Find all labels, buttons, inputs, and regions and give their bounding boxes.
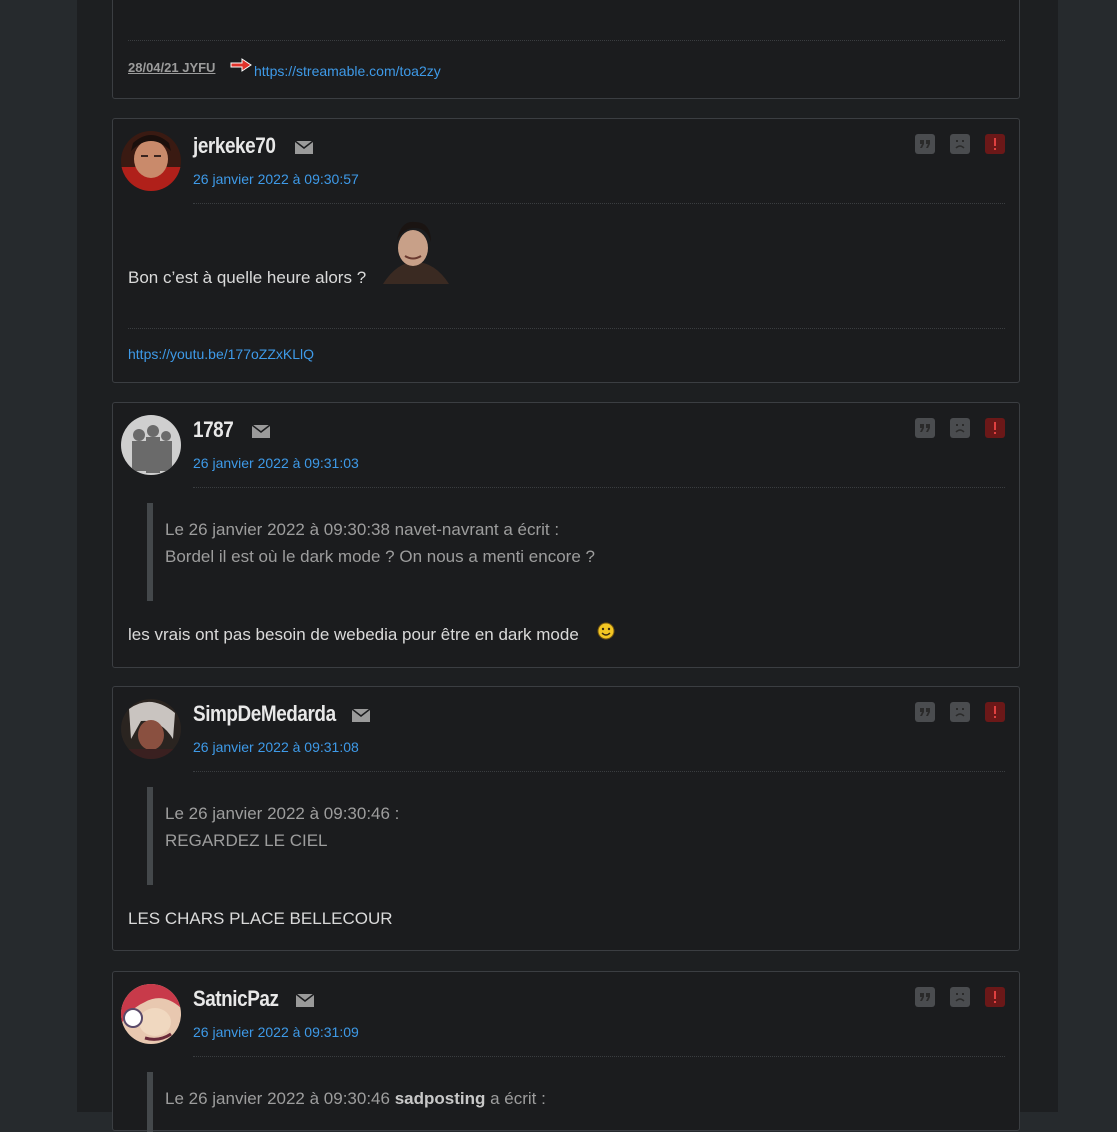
author-pseudo[interactable]: SimpDeMedarda [193,701,336,727]
post-date[interactable]: 26 janvier 2022 à 09:30:57 [193,171,359,187]
quote-text: REGARDEZ LE CIEL [165,831,328,850]
post-actions [915,418,1005,438]
exclamation-icon[interactable] [985,987,1005,1007]
signature-separator [128,328,1005,329]
avatar[interactable] [121,984,181,1044]
sad-face-icon[interactable] [950,418,970,438]
quote-header: Le 26 janvier 2022 à 09:30:38 navet-navr… [165,520,560,539]
quote-author[interactable]: sadposting [395,1089,486,1108]
post-text: Bon c’est à quelle heure alors ? [128,268,367,287]
author-pseudo[interactable]: SatnicPaz [193,986,279,1012]
quote-bar [147,503,153,601]
forum-post: SimpDeMedarda 26 janvier 2022 à 09:31:08… [112,686,1020,951]
quote-header-prefix: Le 26 janvier 2022 à 09:30:46 [165,1089,395,1108]
post-date[interactable]: 26 janvier 2022 à 09:31:03 [193,455,359,471]
sad-face-icon[interactable] [950,702,970,722]
avatar[interactable] [121,699,181,759]
envelope-icon[interactable] [352,709,370,722]
exclamation-icon[interactable] [985,134,1005,154]
envelope-icon[interactable] [252,425,270,438]
forum-post: SatnicPaz 26 janvier 2022 à 09:31:09 Le … [112,971,1020,1132]
separator [193,487,1005,488]
quote-header-suffix: a écrit : [485,1089,546,1108]
quote-icon[interactable] [915,987,935,1007]
sad-face-icon[interactable] [950,134,970,154]
post-actions [915,702,1005,722]
signature-date: 28/04/21 JYFU [128,60,216,75]
quote-bar [147,1072,153,1132]
sad-face-icon[interactable] [950,987,970,1007]
separator [193,1056,1005,1057]
forum-post: jerkeke70 26 janvier 2022 à 09:30:57 Bon… [112,118,1020,383]
blockquote: Le 26 janvier 2022 à 09:30:46 : REGARDEZ… [165,800,399,854]
post-date[interactable]: 26 janvier 2022 à 09:31:08 [193,739,359,755]
quote-icon[interactable] [915,134,935,154]
signature-separator [128,40,1005,41]
blockquote: Le 26 janvier 2022 à 09:30:46 sadposting… [165,1085,546,1112]
exclamation-icon[interactable] [985,418,1005,438]
post-text: les vrais ont pas besoin de webedia pour… [128,625,579,644]
post-actions [915,987,1005,1007]
post-date[interactable]: 26 janvier 2022 à 09:31:09 [193,1024,359,1040]
post-actions [915,134,1005,154]
quote-icon[interactable] [915,418,935,438]
post-text: LES CHARS PLACE BELLECOUR [128,909,393,928]
red-arrow-icon [230,58,252,72]
author-pseudo[interactable]: 1787 [193,417,234,443]
forum-post: 28/04/21 JYFU https://streamable.com/toa… [112,0,1020,99]
sticker-image [377,218,453,284]
signature-link[interactable]: https://youtu.be/177oZZxKLlQ [128,346,314,362]
envelope-icon[interactable] [295,141,313,154]
separator [193,203,1005,204]
exclamation-icon[interactable] [985,702,1005,722]
signature-link[interactable]: https://streamable.com/toa2zy [254,63,441,79]
avatar[interactable] [121,415,181,475]
smiley-icon [597,622,615,640]
quote-icon[interactable] [915,702,935,722]
author-pseudo[interactable]: jerkeke70 [193,133,276,159]
forum-post: 1787 26 janvier 2022 à 09:31:03 Le 26 ja… [112,402,1020,668]
avatar[interactable] [121,131,181,191]
quote-bar [147,787,153,885]
quote-text: Bordel il est où le dark mode ? On nous … [165,547,595,566]
quote-header: Le 26 janvier 2022 à 09:30:46 : [165,804,400,823]
envelope-icon[interactable] [296,994,314,1007]
separator [193,771,1005,772]
blockquote: Le 26 janvier 2022 à 09:30:38 navet-navr… [165,516,595,570]
